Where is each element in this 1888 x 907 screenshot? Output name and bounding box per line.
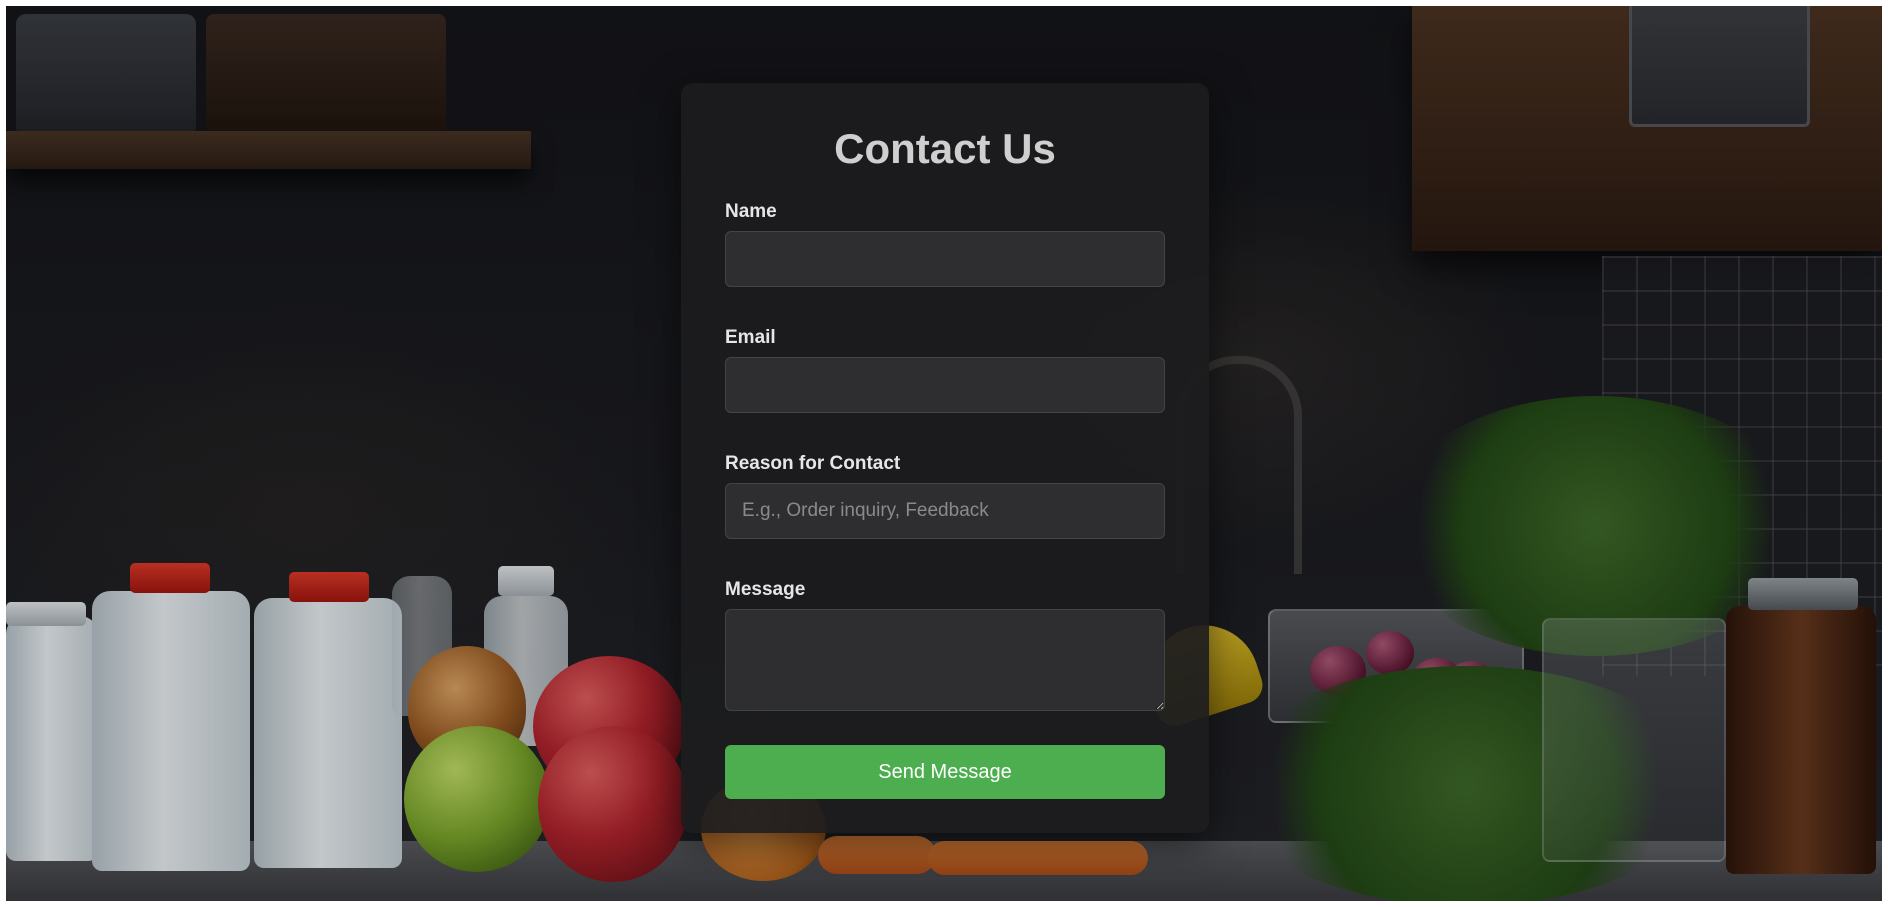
- message-textarea[interactable]: [725, 609, 1165, 711]
- send-message-button[interactable]: Send Message: [725, 745, 1165, 799]
- name-input[interactable]: [725, 231, 1165, 287]
- reason-label: Reason for Contact: [725, 453, 901, 474]
- reason-input[interactable]: [725, 483, 1165, 539]
- message-label: Message: [725, 579, 806, 600]
- contact-form-card: Contact Us Name Email Reason for Contact…: [681, 83, 1209, 833]
- reason-field-group: Reason for Contact: [725, 453, 1165, 539]
- email-field-group: Email: [725, 327, 1165, 413]
- page-viewport: Contact Us Name Email Reason for Contact…: [6, 6, 1882, 901]
- email-input[interactable]: [725, 357, 1165, 413]
- message-field-group: Message: [725, 579, 1165, 711]
- page-title: Contact Us: [834, 125, 1056, 172]
- name-label: Name: [725, 201, 777, 222]
- email-label: Email: [725, 327, 776, 348]
- name-field-group: Name: [725, 201, 1165, 287]
